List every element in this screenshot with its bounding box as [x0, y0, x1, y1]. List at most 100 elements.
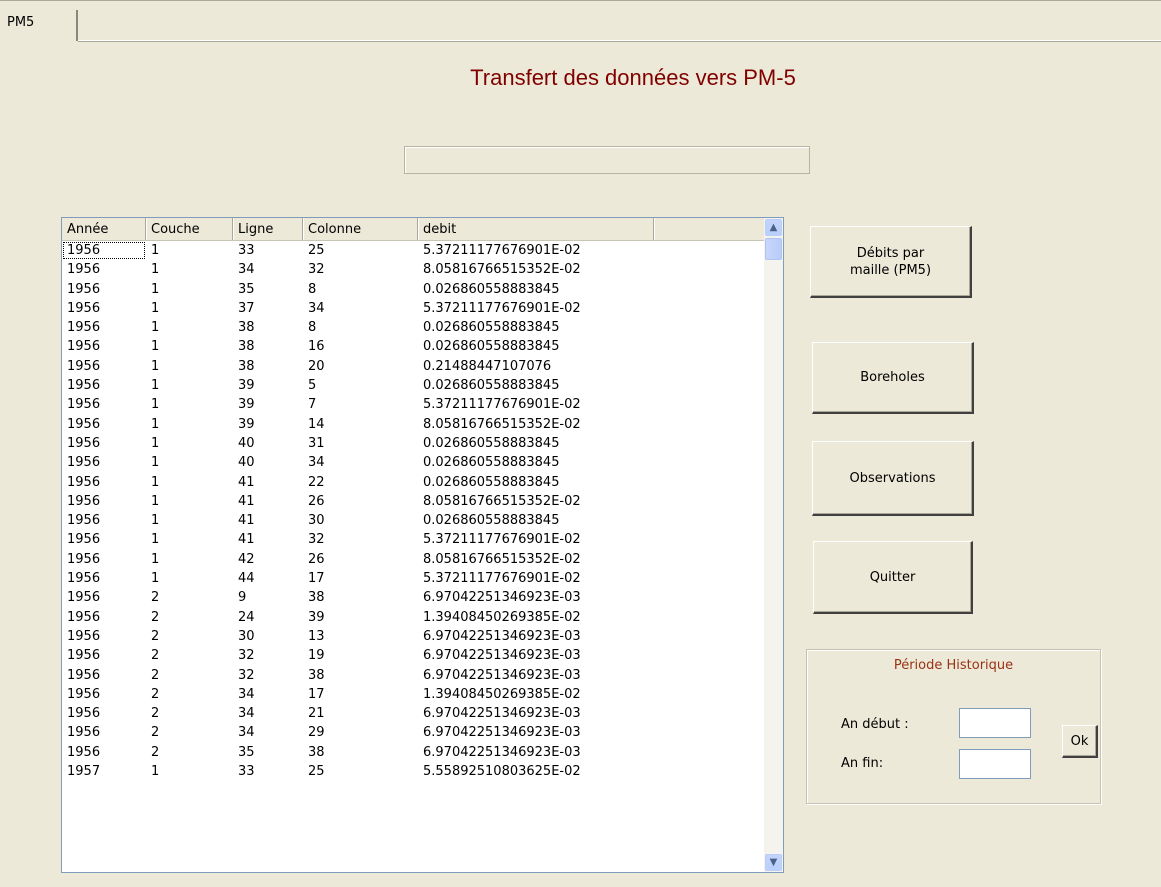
table-row[interactable]: 1956 2 24 39 1.39408450269385E-02: [62, 608, 765, 627]
table-cell: 2: [151, 725, 160, 741]
tab-pm5[interactable]: PM5: [0, 10, 78, 41]
table-row[interactable]: 1956 1 39 7 5.37211177676901E-02: [62, 395, 765, 414]
debits-par-maille-button[interactable]: Débits par maille (PM5): [810, 226, 972, 298]
table-row[interactable]: 1956 1 41 26 8.05816766515352E-02: [62, 492, 765, 511]
vertical-scrollbar[interactable]: ▲ ▼: [764, 218, 783, 872]
table-row[interactable]: 1956 1 41 32 5.37211177676901E-02: [62, 530, 765, 549]
table-row[interactable]: 1956 1 40 31 0.026860558883845: [62, 434, 765, 453]
column-header-ligne[interactable]: Ligne: [233, 218, 303, 240]
table-row[interactable]: 1957 1 33 25 5.55892510803625E-02: [62, 762, 765, 781]
quitter-button[interactable]: Quitter: [813, 541, 973, 614]
table-cell: 1956: [67, 706, 101, 722]
table-cell: 34: [238, 686, 255, 702]
table-row[interactable]: 1956 1 39 5 0.026860558883845: [62, 376, 765, 395]
scroll-thumb[interactable]: [765, 238, 782, 260]
scroll-up-icon[interactable]: ▲: [765, 219, 782, 236]
table-row[interactable]: 1956 1 34 32 8.05816766515352E-02: [62, 260, 765, 279]
table-cell: 25: [308, 243, 325, 258]
table-cell: 0.026860558883845: [423, 513, 560, 529]
table-cell: 34: [308, 300, 325, 316]
table-cell: 40: [238, 455, 255, 471]
table-cell: 8.05816766515352E-02: [423, 551, 581, 567]
table-cell: 9: [238, 590, 247, 606]
table-cell: 41: [238, 474, 255, 490]
table-row[interactable]: 1956 1 33 25 5.37211177676901E-02: [62, 241, 765, 260]
observations-button[interactable]: Observations: [812, 441, 974, 516]
table-cell: 1: [151, 455, 160, 471]
column-header-colonne[interactable]: Colonne: [303, 218, 418, 240]
table-cell: 1956: [67, 416, 101, 432]
table-cell: 1956: [67, 648, 101, 664]
table-cell: 5.37211177676901E-02: [423, 532, 581, 548]
boreholes-button[interactable]: Boreholes: [812, 342, 974, 414]
table-row[interactable]: 1956 2 30 13 6.97042251346923E-03: [62, 627, 765, 646]
table-row[interactable]: 1956 2 35 38 6.97042251346923E-03: [62, 743, 765, 762]
table-row[interactable]: 1956 1 38 16 0.026860558883845: [62, 337, 765, 356]
table-row[interactable]: 1956 2 32 38 6.97042251346923E-03: [62, 666, 765, 685]
table-row[interactable]: 1956 2 34 17 1.39408450269385E-02: [62, 685, 765, 704]
tab-strip: PM5: [0, 10, 1161, 42]
table-cell: 1: [151, 764, 160, 780]
table-row[interactable]: 1956 2 9 38 6.97042251346923E-03: [62, 588, 765, 607]
table-cell: 1956: [62, 241, 146, 260]
table-cell: 41: [238, 513, 255, 529]
data-listview[interactable]: Année Couche Ligne Colonne debit 1956 1 33…: [61, 217, 784, 873]
table-row[interactable]: 1956 1 38 20 0.21488447107076: [62, 357, 765, 376]
listview-rows: 1956 1 33 25 5.37211177676901E-02 1956 1 34 32 8.…: [62, 241, 765, 781]
ok-button[interactable]: Ok: [1062, 725, 1098, 758]
table-cell: 29: [308, 725, 325, 741]
table-cell: 1956: [67, 551, 101, 567]
table-row[interactable]: 1956 1 40 34 0.026860558883845: [62, 453, 765, 472]
table-cell: 7: [308, 397, 317, 413]
table-cell: 1: [151, 551, 160, 567]
table-cell: 0.026860558883845: [423, 281, 560, 297]
table-cell: 38: [308, 590, 325, 606]
an-fin-input[interactable]: [959, 749, 1031, 779]
table-cell: 2: [151, 667, 160, 683]
table-cell: 0.026860558883845: [423, 455, 560, 471]
table-cell: 40: [238, 435, 255, 451]
table-cell: 19: [308, 648, 325, 664]
table-cell: 38: [308, 667, 325, 683]
table-cell: 42: [238, 551, 255, 567]
table-cell: 38: [238, 339, 255, 355]
table-row[interactable]: 1956 1 35 8 0.026860558883845: [62, 280, 765, 299]
table-row[interactable]: 1956 2 34 21 6.97042251346923E-03: [62, 704, 765, 723]
table-cell: 1956: [67, 628, 101, 644]
table-cell: 5.37211177676901E-02: [423, 571, 581, 587]
table-cell: 0.21488447107076: [423, 358, 552, 374]
column-header-debit[interactable]: debit: [418, 218, 654, 240]
table-cell: 24: [238, 609, 255, 625]
table-row[interactable]: 1956 1 37 34 5.37211177676901E-02: [62, 299, 765, 318]
an-debut-input[interactable]: [959, 708, 1031, 738]
table-cell: 1956: [67, 686, 101, 702]
table-cell: 1956: [67, 455, 101, 471]
column-header-couche[interactable]: Couche: [146, 218, 233, 240]
debits-par-maille-label: Débits par maille (PM5): [849, 245, 932, 278]
table-cell: 5.37211177676901E-02: [423, 397, 581, 413]
table-cell: 1: [151, 339, 160, 355]
table-row[interactable]: 1956 1 44 17 5.37211177676901E-02: [62, 569, 765, 588]
table-row[interactable]: 1956 1 41 30 0.026860558883845: [62, 511, 765, 530]
table-cell: 1956: [67, 493, 101, 509]
an-fin-label: An fin:: [841, 756, 884, 771]
table-row[interactable]: 1956 1 42 26 8.05816766515352E-02: [62, 550, 765, 569]
table-row[interactable]: 1956 2 34 29 6.97042251346923E-03: [62, 723, 765, 742]
scroll-down-icon[interactable]: ▼: [765, 854, 782, 871]
table-cell: 1: [151, 513, 160, 529]
table-row[interactable]: 1956 2 32 19 6.97042251346923E-03: [62, 646, 765, 665]
table-cell: 41: [238, 493, 255, 509]
table-cell: 1956: [67, 397, 101, 413]
table-cell: 1: [151, 571, 160, 587]
table-row[interactable]: 1956 1 38 8 0.026860558883845: [62, 318, 765, 337]
table-cell: 1956: [67, 281, 101, 297]
table-cell: 34: [238, 706, 255, 722]
column-header-annee[interactable]: Année: [62, 218, 146, 240]
table-cell: 26: [308, 551, 325, 567]
table-row[interactable]: 1956 1 41 22 0.026860558883845: [62, 473, 765, 492]
table-cell: 8.05816766515352E-02: [423, 416, 581, 432]
table-cell: 8.05816766515352E-02: [423, 262, 581, 278]
column-header-empty[interactable]: [654, 218, 765, 240]
table-row[interactable]: 1956 1 39 14 8.05816766515352E-02: [62, 415, 765, 434]
table-cell: 6.97042251346923E-03: [423, 590, 581, 606]
